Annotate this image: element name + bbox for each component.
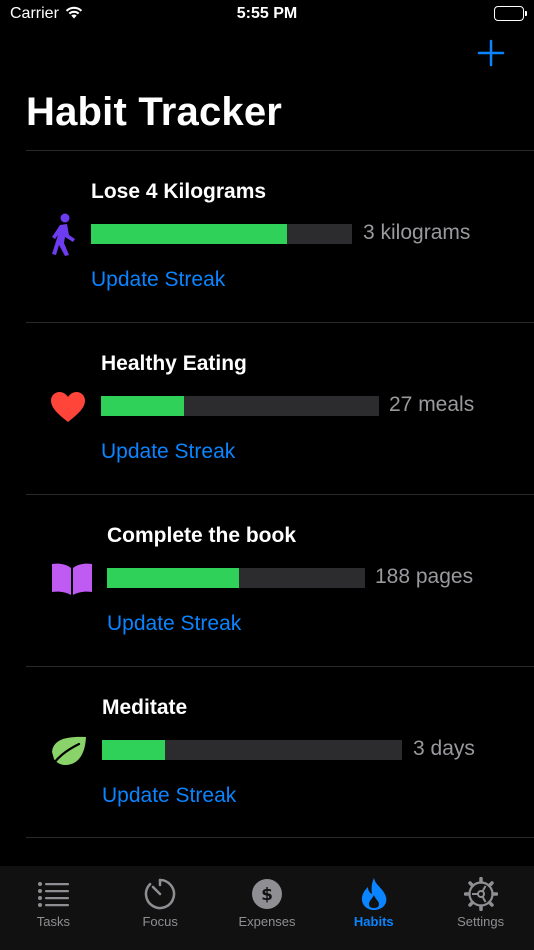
- habit-name: Lose 4 Kilograms: [91, 180, 267, 203]
- update-streak-button[interactable]: Update Streak: [102, 784, 236, 808]
- progress-fill: [91, 224, 287, 244]
- timer-icon: [142, 876, 178, 912]
- habit-list: Lose 4 Kilograms 3 kilograms Update Stre…: [26, 150, 534, 838]
- progress-bar: [91, 224, 352, 244]
- flame-icon: [356, 876, 392, 912]
- progress-value: 27 meals: [389, 393, 475, 416]
- progress-fill: [107, 568, 239, 588]
- plus-icon: [477, 39, 505, 67]
- tab-label: Tasks: [36, 914, 71, 929]
- tab-label: Expenses: [238, 914, 296, 929]
- tab-label: Settings: [457, 914, 505, 929]
- status-bar: Carrier 5:55 PM: [0, 0, 534, 30]
- progress-bar: [102, 740, 402, 760]
- heart-icon: [46, 385, 90, 429]
- walking-person-icon: [41, 213, 85, 257]
- tab-expenses[interactable]: $ Expenses: [214, 866, 321, 950]
- battery-icon: [494, 6, 527, 21]
- leaf-icon: [47, 729, 91, 773]
- habit-row: Meditate 3 days Update Streak: [26, 666, 534, 838]
- tab-habits[interactable]: Habits: [320, 866, 427, 950]
- progress-fill: [101, 396, 185, 416]
- list-icon: [35, 876, 71, 912]
- update-streak-button[interactable]: Update Streak: [91, 268, 225, 292]
- progress-bar: [101, 396, 379, 416]
- progress-value: 3 days: [413, 737, 475, 760]
- tab-tasks[interactable]: Tasks: [0, 866, 107, 950]
- dollar-circle-icon: $: [249, 876, 285, 912]
- tab-bar: Tasks Focus $ Expenses Habits Settings: [0, 866, 534, 950]
- book-icon: [50, 557, 94, 601]
- tab-focus[interactable]: Focus: [107, 866, 214, 950]
- tab-settings[interactable]: Settings: [427, 866, 534, 950]
- gear-icon: [463, 876, 499, 912]
- progress-bar: [107, 568, 365, 588]
- add-habit-button[interactable]: [476, 38, 506, 68]
- update-streak-button[interactable]: Update Streak: [107, 612, 241, 636]
- habit-row: Lose 4 Kilograms 3 kilograms Update Stre…: [26, 150, 534, 322]
- tab-label: Focus: [142, 914, 178, 929]
- habit-row: Healthy Eating 27 meals Update Streak: [26, 322, 534, 494]
- progress-value: 188 pages: [375, 565, 474, 588]
- page-title: Habit Tracker: [26, 90, 283, 134]
- tab-label: Habits: [353, 914, 394, 929]
- update-streak-button[interactable]: Update Streak: [101, 440, 235, 464]
- habit-name: Complete the book: [107, 524, 297, 547]
- habit-name: Healthy Eating: [101, 352, 247, 375]
- svg-text:$: $: [261, 885, 273, 905]
- progress-value: 3 kilograms: [363, 221, 471, 244]
- habit-row: Complete the book 188 pages Update Strea…: [26, 494, 534, 666]
- status-time: 5:55 PM: [236, 5, 298, 22]
- progress-fill: [102, 740, 165, 760]
- habit-name: Meditate: [102, 696, 188, 719]
